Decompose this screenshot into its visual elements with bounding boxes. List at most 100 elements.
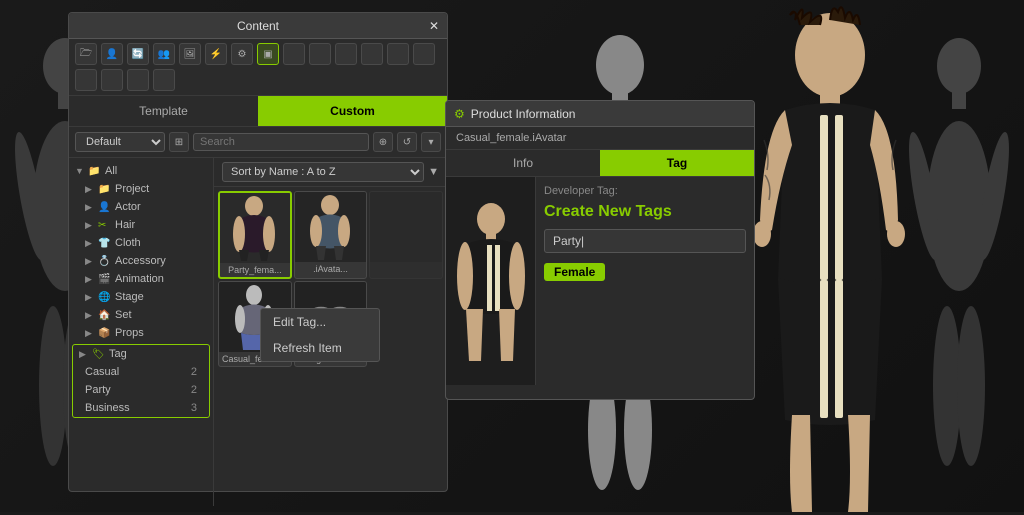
toolbar-icon-7[interactable]	[75, 69, 97, 91]
developer-tag-label: Developer Tag:	[544, 185, 746, 197]
label-set: Set	[115, 309, 132, 321]
grid-item-1[interactable]: Party_fema...	[218, 191, 292, 279]
toolbar-icon-grid[interactable]: ▣	[257, 43, 279, 65]
filter-icon-2[interactable]: ⊕	[373, 132, 393, 152]
grid-item-2[interactable]: .iAvata...	[294, 191, 368, 279]
grid-thumb-1	[220, 193, 290, 263]
product-title: Product Information	[471, 107, 576, 121]
tree-item-actor[interactable]: ▶ 👤 Actor	[69, 198, 213, 216]
filter-icon-1[interactable]: ⊞	[169, 132, 189, 152]
grid-label-2: .iAvata...	[295, 262, 367, 276]
tag-party[interactable]: Party 2	[73, 381, 209, 399]
content-titlebar: Content ✕	[69, 13, 447, 39]
toolbar-icon-image[interactable]: 🖼	[179, 43, 201, 65]
product-preview	[446, 177, 536, 385]
tab-custom[interactable]: Custom	[258, 96, 447, 126]
label-animation: Animation	[115, 273, 164, 285]
grid-label-1: Party_fema...	[220, 263, 290, 277]
icon-cloth: 👕	[98, 238, 112, 249]
tree-item-props[interactable]: ▶ 📦 Props	[69, 324, 213, 342]
tag-party-count: 2	[191, 384, 197, 396]
filter-icon-4[interactable]: ▾	[421, 132, 441, 152]
toolbar-icon-5[interactable]	[387, 43, 409, 65]
icon-stage: 🌐	[98, 292, 112, 303]
tag-casual-count: 2	[191, 366, 197, 378]
icon-project: 📁	[98, 184, 112, 195]
toolbar-icon-folder[interactable]: 🗁	[75, 43, 97, 65]
toolbar-icon-group[interactable]: 👥	[153, 43, 175, 65]
label-props: Props	[115, 327, 144, 339]
arrow-set: ▶	[85, 310, 95, 321]
label-hair: Hair	[115, 219, 135, 231]
tag-header[interactable]: ▶ 🏷 Tag	[73, 345, 209, 363]
icon-animation: 🎬	[98, 274, 112, 285]
grid-thumb-3	[370, 192, 442, 262]
tree-item-cloth[interactable]: ▶ 👕 Cloth	[69, 234, 213, 252]
tree-item-all[interactable]: ▼ 📁 All	[69, 162, 213, 180]
label-actor: Actor	[115, 201, 141, 213]
arrow-actor: ▶	[85, 202, 95, 213]
sort-dropdown[interactable]: Sort by Name : A to Z	[222, 162, 424, 182]
product-subtitle: Casual_female.iAvatar	[446, 127, 754, 150]
product-body: Developer Tag: Create New Tags Female	[446, 177, 754, 385]
toolbar-icon-gear[interactable]: ⚙	[231, 43, 253, 65]
filters-row: Default ⊞ ⊕ ↺ ▾	[69, 127, 447, 158]
toolbar-icons: 🗁 👤 🔄 👥 🖼 ⚡ ⚙ ▣	[69, 39, 447, 96]
label-cloth: Cloth	[115, 237, 141, 249]
tag-casual[interactable]: Casual 2	[73, 363, 209, 381]
label-project: Project	[115, 183, 149, 195]
toolbar-icon-9[interactable]	[127, 69, 149, 91]
toolbar-icon-user[interactable]: 👤	[101, 43, 123, 65]
toolbar-icon-4[interactable]	[361, 43, 383, 65]
tag-party-label: Party	[85, 384, 111, 396]
toolbar-icon-8[interactable]	[101, 69, 123, 91]
tree-item-stage[interactable]: ▶ 🌐 Stage	[69, 288, 213, 306]
tag-input[interactable]	[544, 229, 746, 253]
icon-hair: ✂	[98, 220, 112, 231]
product-info-section: Developer Tag: Create New Tags Female	[536, 177, 754, 385]
icon-tag: 🏷	[92, 349, 106, 360]
close-icon[interactable]: ✕	[429, 19, 439, 33]
label-accessory: Accessory	[115, 255, 166, 267]
icon-actor: 👤	[98, 202, 112, 213]
context-refresh-item[interactable]: Refresh Item	[261, 335, 379, 361]
toolbar-icon-2[interactable]	[309, 43, 331, 65]
grid-label-3	[370, 262, 442, 266]
sort-chevron: ▼	[428, 166, 439, 178]
toolbar-icon-lightning[interactable]: ⚡	[205, 43, 227, 65]
tag-business[interactable]: Business 3	[73, 399, 209, 417]
product-tab-row: Info Tag	[446, 150, 754, 177]
product-tab-info[interactable]: Info	[446, 150, 600, 176]
tab-template[interactable]: Template	[69, 96, 258, 126]
toolbar-icon-refresh[interactable]: 🔄	[127, 43, 149, 65]
tab-row: Template Custom	[69, 96, 447, 127]
label-tag: Tag	[109, 348, 127, 360]
tree-item-hair[interactable]: ▶ ✂ Hair	[69, 216, 213, 234]
toolbar-icon-1[interactable]	[283, 43, 305, 65]
product-panel: ⚙ Product Information Casual_female.iAva…	[445, 100, 755, 400]
tree-item-set[interactable]: ▶ 🏠 Set	[69, 306, 213, 324]
grid-item-3[interactable]	[369, 191, 443, 279]
create-new-tags-title: Create New Tags	[544, 203, 746, 221]
tree-item-animation[interactable]: ▶ 🎬 Animation	[69, 270, 213, 288]
content-panel: Content ✕ 🗁 👤 🔄 👥 🖼 ⚡ ⚙ ▣ Template Custo…	[68, 12, 448, 492]
context-edit-tag[interactable]: Edit Tag...	[261, 309, 379, 335]
tree-panel: ▼ 📁 All ▶ 📁 Project ▶ 👤 Actor ▶ ✂ Hair ▶	[69, 158, 214, 506]
toolbar-icon-6[interactable]	[413, 43, 435, 65]
toolbar-icon-10[interactable]	[153, 69, 175, 91]
arrow-all: ▼	[75, 166, 85, 176]
toolbar-icon-3[interactable]	[335, 43, 357, 65]
arrow-stage: ▶	[85, 292, 95, 303]
product-icon: ⚙	[454, 107, 465, 121]
filter-icon-3[interactable]: ↺	[397, 132, 417, 152]
product-tab-tag[interactable]: Tag	[600, 150, 754, 176]
default-dropdown[interactable]: Default	[75, 132, 165, 152]
tag-business-label: Business	[85, 402, 130, 414]
tree-item-accessory[interactable]: ▶ 💍 Accessory	[69, 252, 213, 270]
tree-item-project[interactable]: ▶ 📁 Project	[69, 180, 213, 198]
icon-set: 🏠	[98, 310, 112, 321]
product-titlebar: ⚙ Product Information	[446, 101, 754, 127]
search-input[interactable]	[193, 133, 369, 151]
tag-badge-female[interactable]: Female	[544, 263, 605, 281]
grid-thumb-2	[295, 192, 367, 262]
